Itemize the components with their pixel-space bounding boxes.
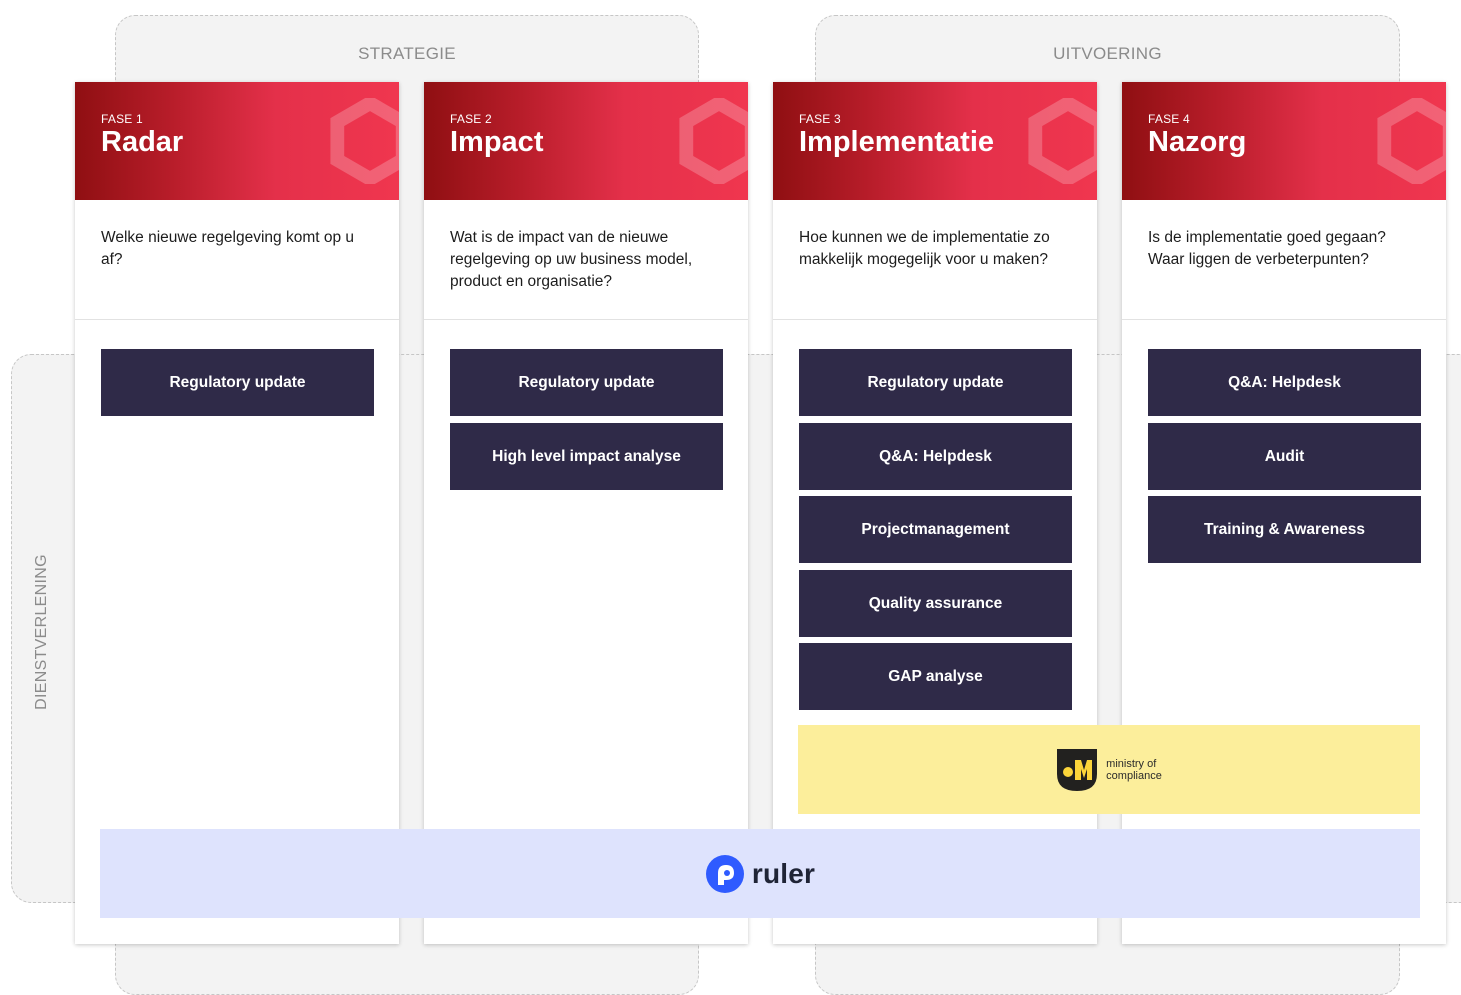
phase-title: Impact: [450, 126, 544, 158]
phase-card-radar: FASE 1 Radar Welke nieuwe regelgeving ko…: [75, 82, 399, 944]
service-regulatory-update[interactable]: Regulatory update: [799, 349, 1072, 416]
ministry-of-compliance-bar: ministry of compliance: [798, 725, 1420, 814]
service-qa-helpdesk[interactable]: Q&A: Helpdesk: [1148, 349, 1421, 416]
ruler-logo-icon: [705, 854, 744, 893]
phase-question: Wat is de impact van de nieuwe regelgevi…: [424, 200, 748, 320]
hexagon-deco-icon: [1377, 98, 1446, 184]
phase-title: Radar: [101, 126, 184, 158]
phase-card-nazorg: FASE 4 Nazorg Is de implementatie goed g…: [1122, 82, 1446, 944]
uitvoering-label: UITVOERING: [1053, 44, 1162, 63]
ministry-of-compliance-logo-icon: [1057, 748, 1098, 791]
phase-number: FASE 3: [799, 112, 841, 126]
service-regulatory-update[interactable]: Regulatory update: [450, 349, 723, 416]
service-projectmanagement[interactable]: Projectmanagement: [799, 496, 1072, 563]
phase-number: FASE 2: [450, 112, 492, 126]
phase-header: FASE 4 Nazorg: [1122, 82, 1446, 200]
phase-header: FASE 1 Radar: [75, 82, 399, 200]
phase-title: Implementatie: [799, 126, 994, 158]
service-high-level-impact-analyse[interactable]: High level impact analyse: [450, 423, 723, 490]
ruler-wordmark: ruler: [751, 857, 816, 889]
ministry-of-compliance-wordmark: ministry of compliance: [1106, 758, 1162, 782]
service-gap-analyse[interactable]: GAP analyse: [799, 643, 1072, 710]
phase-number: FASE 4: [1148, 112, 1190, 126]
ministry-of-compliance-logo: ministry of compliance: [1056, 748, 1162, 792]
moc-line-1: ministry of: [1106, 757, 1157, 770]
phase-number: FASE 1: [101, 112, 143, 126]
service-qa-helpdesk[interactable]: Q&A: Helpdesk: [799, 423, 1072, 490]
service-regulatory-update[interactable]: Regulatory update: [101, 349, 374, 416]
hexagon-deco-icon: [330, 98, 399, 184]
hexagon-deco-icon: [679, 98, 748, 184]
service-audit[interactable]: Audit: [1148, 423, 1421, 490]
phase-title: Nazorg: [1148, 126, 1247, 158]
dienstverlening-label: DIENSTVERLENING: [33, 554, 50, 710]
phase-header: FASE 2 Impact: [424, 82, 748, 200]
phase-question: Hoe kunnen we de implementatie zo makkel…: [773, 200, 1097, 320]
phase-question: Welke nieuwe regelgeving komt op u af?: [75, 200, 399, 320]
phase-header: FASE 3 Implementatie: [773, 82, 1097, 200]
ruler-bar: ruler: [100, 829, 1420, 918]
hexagon-deco-icon: [1028, 98, 1097, 184]
service-training-awareness[interactable]: Training & Awareness: [1148, 496, 1421, 563]
phase-question: Is de implementatie goed gegaan? Waar li…: [1122, 200, 1446, 320]
moc-line-2: compliance: [1106, 769, 1162, 782]
strategie-label: STRATEGIE: [358, 44, 456, 63]
phase-card-implementatie: FASE 3 Implementatie Hoe kunnen we de im…: [773, 82, 1097, 944]
ruler-logo: ruler: [705, 854, 815, 894]
phase-card-impact: FASE 2 Impact Wat is de impact van de ni…: [424, 82, 748, 944]
service-quality-assurance[interactable]: Quality assurance: [799, 570, 1072, 637]
